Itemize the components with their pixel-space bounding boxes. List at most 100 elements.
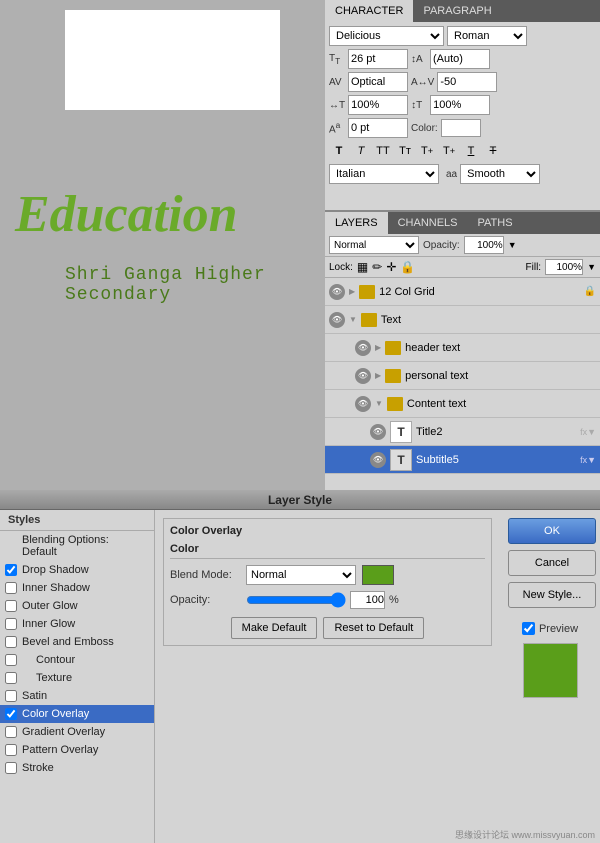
tab-layers[interactable]: LAYERS [325,212,388,234]
style-drop-shadow[interactable]: Drop Shadow [0,561,154,579]
gradient-overlay-checkbox[interactable] [5,726,17,738]
blend-mode-overlay-select[interactable]: Normal [246,565,356,585]
style-outer-glow[interactable]: Outer Glow [0,597,154,615]
size-row: TT ↕A [329,49,596,69]
layer-visibility-header[interactable]: 👁 [355,340,371,356]
bevel-emboss-checkbox[interactable] [5,636,17,648]
inner-glow-checkbox[interactable] [5,618,17,630]
expand-arrow-content[interactable]: ▼ [375,399,383,408]
opacity-label: Opacity: [423,240,460,251]
layer-visibility-text[interactable]: 👁 [329,312,345,328]
layer-visibility-12col[interactable]: 👁 [329,284,345,300]
underline-button[interactable]: T [461,141,481,161]
stroke-checkbox[interactable] [5,762,17,774]
font-size-input[interactable] [348,49,408,69]
expand-arrow-text[interactable]: ▼ [349,315,357,324]
superscript-button[interactable]: T+ [417,141,437,161]
layer-subtitle5[interactable]: 👁 T Subtitle5 fx▼ [325,446,600,474]
style-pattern-overlay[interactable]: Pattern Overlay [0,741,154,759]
layer-name-12col: 12 Col Grid [379,286,579,298]
style-inner-glow[interactable]: Inner Glow [0,615,154,633]
tab-paragraph[interactable]: PARAGRAPH [413,0,501,22]
style-satin[interactable]: Satin [0,687,154,705]
language-select[interactable]: Italian [329,164,439,184]
scale-v-input[interactable] [430,95,490,115]
layer-content-text[interactable]: 👁 ▼ Content text [325,390,600,418]
drop-shadow-checkbox[interactable] [5,564,17,576]
blend-mode-row: Blend Mode: Normal [170,565,485,585]
lock-image-icon[interactable]: ✏ [372,260,382,274]
layer-visibility-subtitle5[interactable]: 👁 [370,452,386,468]
tab-paths[interactable]: PATHS [468,212,523,234]
strikethrough-button[interactable]: T [483,141,503,161]
texture-checkbox[interactable] [5,672,17,684]
tab-channels[interactable]: CHANNELS [388,212,468,234]
small-caps-button[interactable]: Tᴛ [395,141,415,161]
bold-button[interactable]: T [329,141,349,161]
preview-checkbox[interactable] [522,622,535,635]
baseline-input[interactable] [348,118,408,138]
style-inner-shadow[interactable]: Inner Shadow [0,579,154,597]
expand-arrow-personal[interactable]: ▶ [375,371,381,380]
blend-mode-select[interactable]: Normal [329,236,419,254]
layer-12col[interactable]: 👁 ▶ 12 Col Grid 🔒 [325,278,600,306]
dialog-body: Styles Blending Options: Default Drop Sh… [0,510,600,843]
style-color-overlay[interactable]: Color Overlay [0,705,154,723]
tracking-input[interactable] [348,72,408,92]
scale-h-icon: ↔T [329,100,345,111]
style-bevel-emboss[interactable]: Bevel and Emboss [0,633,154,651]
style-contour[interactable]: Contour [0,651,154,669]
lock-position-icon[interactable]: ✛ [386,260,396,274]
color-swatch[interactable] [441,119,481,137]
layer-folder-text [361,313,377,327]
cancel-button[interactable]: Cancel [508,550,596,576]
new-style-button[interactable]: New Style... [508,582,596,608]
lock-all-icon[interactable]: 🔒 [400,260,415,274]
font-style-select[interactable]: Roman [447,26,527,46]
pattern-overlay-checkbox[interactable] [5,744,17,756]
italic-button[interactable]: T [351,141,371,161]
subscript-button[interactable]: T+ [439,141,459,161]
scale-h-input[interactable] [348,95,408,115]
leading-input[interactable] [430,49,490,69]
outer-glow-checkbox[interactable] [5,600,17,612]
layer-visibility-title2[interactable]: 👁 [370,424,386,440]
expand-arrow-12col[interactable]: ▶ [349,287,355,296]
opacity-value-input[interactable] [350,591,385,609]
layer-visibility-content[interactable]: 👁 [355,396,371,412]
style-stroke[interactable]: Stroke [0,759,154,777]
fill-input[interactable] [545,259,583,275]
inner-shadow-checkbox[interactable] [5,582,17,594]
contour-checkbox[interactable] [5,654,17,666]
style-blending-options[interactable]: Blending Options: Default [0,531,154,561]
style-texture[interactable]: Texture [0,669,154,687]
canvas-inner [65,10,280,110]
layer-title2[interactable]: 👁 T Title2 fx▼ [325,418,600,446]
satin-checkbox[interactable] [5,690,17,702]
font-family-select[interactable]: Delicious [329,26,444,46]
lock-transparent-icon[interactable]: ▦ [357,260,368,274]
layer-personal-text[interactable]: 👁 ▶ personal text [325,362,600,390]
make-default-button[interactable]: Make Default [231,617,318,639]
layer-header-text[interactable]: 👁 ▶ header text [325,334,600,362]
reset-default-button[interactable]: Reset to Default [323,617,424,639]
layer-text[interactable]: 👁 ▼ Text [325,306,600,334]
antialiasing-select[interactable]: Smooth [460,164,540,184]
all-caps-button[interactable]: TT [373,141,393,161]
overlay-color-swatch[interactable] [362,565,394,585]
layer-visibility-personal[interactable]: 👁 [355,368,371,384]
dialog-actions: OK Cancel New Style... Preview [500,510,600,843]
ok-button[interactable]: OK [508,518,596,544]
tab-character[interactable]: CHARACTER [325,0,413,22]
opacity-input[interactable] [464,236,504,254]
character-settings: Delicious Roman TT ↕A AV A↔V ↔T ↕T [325,22,600,191]
expand-arrow-header[interactable]: ▶ [375,343,381,352]
leading-icon: ↕A [411,54,427,65]
kerning-input[interactable] [437,72,497,92]
color-overlay-checkbox[interactable] [5,708,17,720]
blend-mode-label: Blend Mode: [170,569,240,581]
opacity-slider[interactable] [246,593,346,607]
gradient-overlay-label: Gradient Overlay [22,726,105,738]
style-gradient-overlay[interactable]: Gradient Overlay [0,723,154,741]
style-content: Color Overlay Color Blend Mode: Normal O… [155,510,500,843]
